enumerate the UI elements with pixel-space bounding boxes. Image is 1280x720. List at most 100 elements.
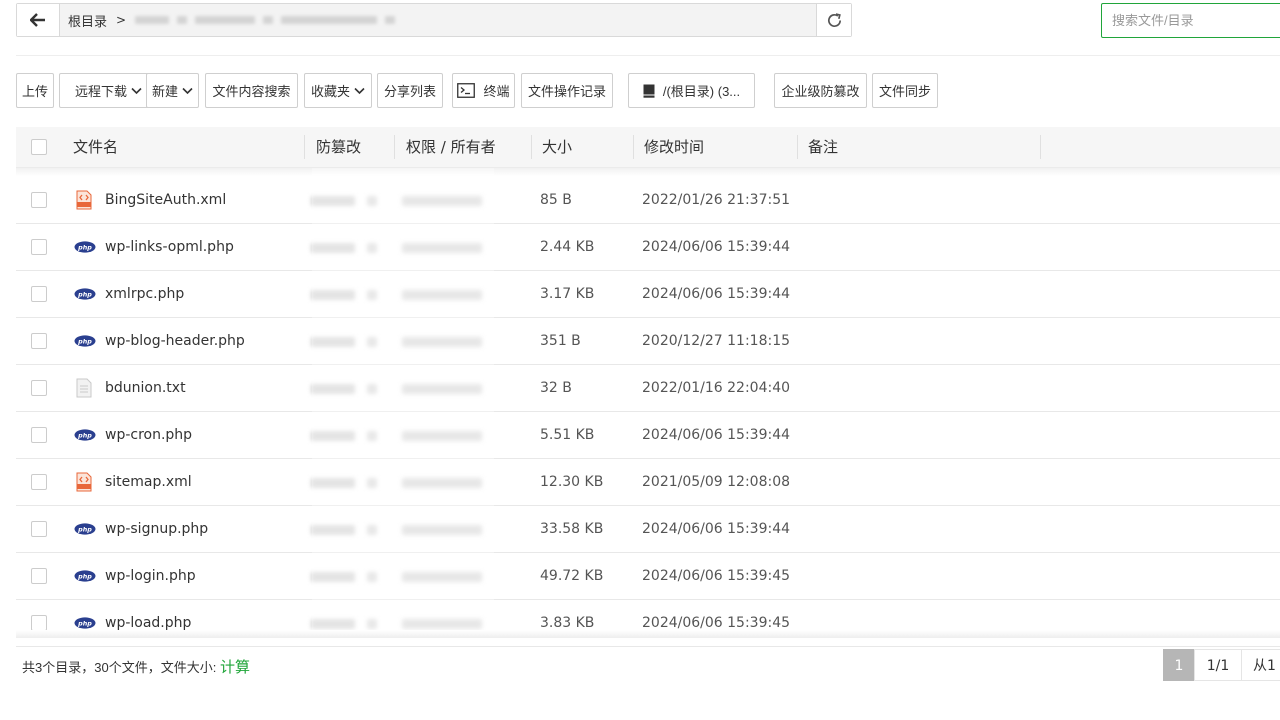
file-name[interactable]: wp-cron.php: [105, 412, 192, 458]
favorites-label: 收藏夹: [310, 84, 350, 99]
row-checkbox[interactable]: [31, 239, 47, 255]
redacted-tamper-status: [311, 572, 355, 582]
row-checkbox[interactable]: [31, 286, 47, 302]
row-checkbox[interactable]: [31, 615, 47, 631]
header-tamper: 防篡改: [316, 138, 362, 156]
row-checkbox[interactable]: [31, 474, 47, 490]
file-name[interactable]: wp-load.php: [105, 600, 191, 646]
file-name[interactable]: xmlrpc.php: [105, 271, 184, 317]
chevron-down-icon: [354, 87, 365, 95]
column-divider: [304, 135, 305, 159]
table-row[interactable]: php xmlrpc.php 3.17 KB 2024/06/06 15:39:44: [16, 271, 1280, 318]
tamper-proof-label: 企业级防篡改: [781, 84, 860, 99]
redacted-tamper-status: [311, 196, 355, 206]
svg-text:php: php: [77, 619, 92, 627]
row-checkbox[interactable]: [31, 521, 47, 537]
breadcrumb-blurred-segment: [263, 16, 274, 24]
file-type-icon: [74, 378, 94, 398]
redacted-permission-owner: [402, 337, 482, 347]
file-mtime: 2024/06/06 15:39:44: [642, 521, 791, 537]
file-name[interactable]: wp-links-opml.php: [105, 224, 234, 270]
file-name[interactable]: wp-blog-header.php: [105, 318, 245, 364]
content-search-label: 文件内容搜索: [212, 84, 291, 99]
file-size: 32 B: [540, 380, 572, 396]
row-checkbox[interactable]: [31, 192, 47, 208]
row-checkbox[interactable]: [31, 427, 47, 443]
remote-download-button[interactable]: 远程下载: [59, 73, 158, 108]
terminal-label: 终端: [483, 84, 510, 99]
column-divider: [394, 135, 395, 159]
content-search-button[interactable]: 文件内容搜索: [205, 73, 298, 108]
column-divider: [633, 135, 634, 159]
file-size: 3.83 KB: [540, 615, 595, 631]
file-type-icon: php: [74, 284, 96, 304]
share-list-button[interactable]: 分享列表: [377, 73, 443, 108]
refresh-button[interactable]: [816, 4, 851, 36]
breadcrumb: 根目录 >: [60, 4, 816, 36]
header-permission-owner: 权限 / 所有者: [406, 138, 496, 156]
table-row[interactable]: php wp-login.php 49.72 KB 2024/06/06 15:39:…: [16, 553, 1280, 600]
header-size[interactable]: 大小: [542, 127, 572, 167]
breadcrumb-blurred-segment[interactable]: [135, 16, 170, 24]
breadcrumb-blurred-segment[interactable]: [195, 16, 256, 24]
table-row[interactable]: php wp-signup.php 33.58 KB 2024/06/06 15:39…: [16, 506, 1280, 553]
header-name[interactable]: 文件名: [73, 127, 118, 167]
upload-button[interactable]: 上传: [16, 73, 54, 108]
php-file-icon: php: [74, 523, 96, 535]
operation-log-button[interactable]: 文件操作记录: [521, 73, 613, 108]
row-checkbox[interactable]: [31, 333, 47, 349]
redacted-tamper-status: [311, 431, 355, 441]
breadcrumb-root[interactable]: 根目录: [68, 11, 107, 30]
footer-summary-text: 共3个目录，30个文件，文件大小:: [22, 660, 217, 675]
page-count: 1/1: [1194, 649, 1242, 681]
redacted-permission-owner: [402, 384, 482, 394]
tamper-proof-button[interactable]: 企业级防篡改: [774, 73, 867, 108]
row-checkbox[interactable]: [31, 568, 47, 584]
table-row[interactable]: sitemap.xml 12.30 KB 2021/05/09 12:08:08: [16, 459, 1280, 506]
list-bottom-shadow: [16, 630, 1280, 638]
terminal-button[interactable]: 终端: [452, 73, 515, 108]
file-name[interactable]: sitemap.xml: [105, 459, 192, 505]
table-row[interactable]: php wp-links-opml.php 2.44 KB 2024/06/06 15…: [16, 224, 1280, 271]
new-button[interactable]: 新建: [146, 73, 199, 108]
table-row[interactable]: php wp-blog-header.php 351 B 2020/12/27 11:…: [16, 318, 1280, 365]
table-row[interactable]: php wp-cron.php 5.51 KB 2024/06/06 15:39:44: [16, 412, 1280, 459]
file-name[interactable]: wp-signup.php: [105, 506, 208, 552]
redacted-permission-owner: [402, 243, 482, 253]
favorites-button[interactable]: 收藏夹: [304, 73, 372, 108]
redacted-tamper-toggle: [367, 290, 377, 300]
calculate-link[interactable]: 计算: [220, 659, 250, 676]
arrow-left-icon: [30, 13, 45, 27]
page-current[interactable]: 1: [1163, 649, 1195, 681]
page-jump[interactable]: 从1: [1241, 649, 1280, 681]
redacted-tamper-toggle: [367, 196, 377, 206]
pagination: 1 1/1 从1: [1163, 649, 1280, 681]
file-type-icon: php: [74, 519, 96, 539]
refresh-icon: [827, 12, 841, 27]
new-button-label: 新建: [151, 84, 178, 99]
redacted-tamper-status: [311, 337, 355, 347]
file-name[interactable]: wp-login.php: [105, 553, 196, 599]
php-file-icon: php: [74, 335, 96, 347]
table-row[interactable]: bdunion.txt 32 B 2022/01/16 22:04:40: [16, 365, 1280, 412]
disk-button[interactable]: /(根目录) (3...: [628, 73, 755, 108]
header-mtime[interactable]: 修改时间: [644, 127, 704, 167]
breadcrumb-blurred-segment: [177, 16, 188, 24]
row-checkbox[interactable]: [31, 380, 47, 396]
table-row[interactable]: php wp-load.php 3.83 KB 2024/06/06 15:39:45: [16, 600, 1280, 647]
select-all-checkbox[interactable]: [31, 139, 47, 155]
breadcrumb-blurred-segment[interactable]: [281, 16, 378, 24]
file-type-icon: php: [74, 237, 96, 257]
redacted-tamper-toggle: [367, 384, 377, 394]
search-input[interactable]: [1101, 3, 1280, 38]
file-name[interactable]: BingSiteAuth.xml: [105, 177, 226, 223]
file-list: BingSiteAuth.xml 85 B 2022/01/26 21:37:51 p…: [16, 177, 1280, 647]
back-button[interactable]: [17, 4, 60, 36]
footer-summary: 共3个目录，30个文件，文件大小: 计算: [22, 656, 250, 677]
header-note: 备注: [808, 138, 839, 156]
operation-log-label: 文件操作记录: [527, 84, 606, 99]
file-name[interactable]: bdunion.txt: [105, 365, 186, 411]
file-sync-button[interactable]: 文件同步: [872, 73, 938, 108]
file-mtime: 2022/01/26 21:37:51: [642, 192, 791, 208]
table-row[interactable]: BingSiteAuth.xml 85 B 2022/01/26 21:37:51: [16, 177, 1280, 224]
